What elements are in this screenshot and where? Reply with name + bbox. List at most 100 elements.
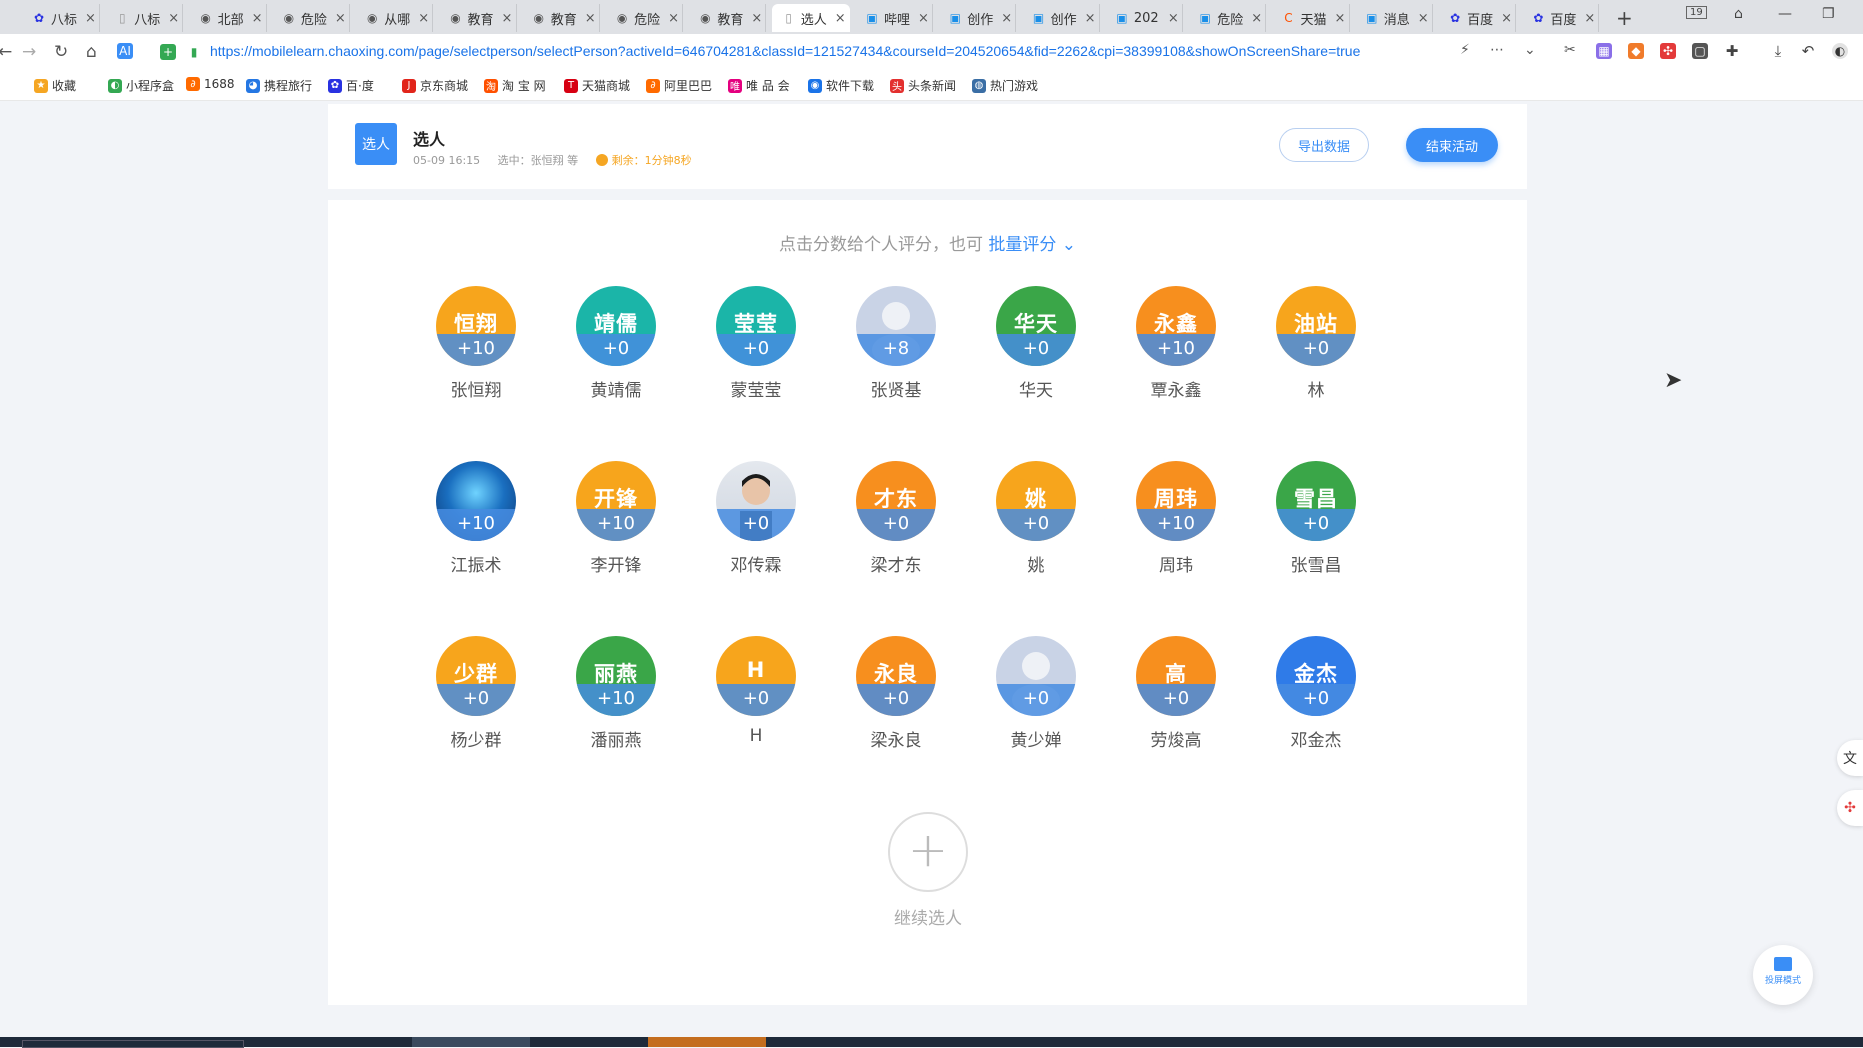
bookmark-item[interactable]: T 天猫商城 (564, 77, 630, 94)
restore-icon[interactable]: ❐ (1822, 6, 1835, 22)
batch-score-link[interactable]: 批量评分 ⌄ (988, 235, 1076, 255)
undo-icon[interactable]: ↶ (1800, 42, 1816, 60)
shirt-icon[interactable]: ⌂ (1734, 6, 1743, 22)
add-person-button[interactable]: + (888, 812, 968, 892)
person-card[interactable]: 丽燕 +10 潘丽燕 (546, 636, 686, 751)
taskbar-item[interactable] (648, 1037, 766, 1047)
close-icon[interactable]: × (1584, 11, 1595, 26)
chevron-down-icon[interactable]: ⌄ (1524, 42, 1536, 58)
close-icon[interactable]: × (1001, 11, 1012, 26)
person-avatar[interactable]: 华天 +0 (996, 286, 1076, 366)
person-card[interactable]: 开锋 +10 李开锋 (546, 461, 686, 576)
person-score[interactable]: +10 (1136, 334, 1216, 366)
person-avatar[interactable]: 周玮 +10 (1136, 461, 1216, 541)
person-card[interactable]: 永良 +0 梁永良 (826, 636, 966, 751)
person-score[interactable]: +10 (576, 684, 656, 716)
capture-icon[interactable]: ▢ (1692, 43, 1708, 59)
close-icon[interactable]: × (1418, 11, 1429, 26)
person-card[interactable]: 才东 +0 梁才东 (826, 461, 966, 576)
bookmark-item[interactable]: ∂ 1688 (186, 77, 235, 91)
person-card[interactable]: +0 黄少婵 (966, 636, 1106, 751)
bookmark-item[interactable]: ✿ 百·度 (328, 77, 374, 94)
bookmark-item[interactable]: ◕ 携程旅行 (246, 77, 312, 94)
person-avatar[interactable]: 姚 +0 (996, 461, 1076, 541)
browser-tab[interactable]: ✿ 八标 × (22, 4, 100, 32)
browser-tab[interactable]: ◉ 从哪 × (355, 4, 434, 32)
person-card[interactable]: 油站 +0 林 (1246, 286, 1386, 401)
person-score[interactable]: +0 (856, 684, 936, 716)
person-avatar[interactable]: +8 (856, 286, 936, 366)
person-score[interactable]: +0 (716, 334, 796, 366)
bookmark-item[interactable]: J 京东商城 (402, 77, 468, 94)
person-score[interactable]: +8 (856, 334, 936, 366)
close-icon[interactable]: × (335, 11, 346, 26)
close-icon[interactable]: × (1085, 11, 1096, 26)
url-text[interactable]: https://mobilelearn.chaoxing.com/page/se… (210, 43, 1360, 59)
person-avatar[interactable]: 高 +0 (1136, 636, 1216, 716)
forward-icon[interactable]: → (22, 42, 36, 62)
person-avatar[interactable]: 莹莹 +0 (716, 286, 796, 366)
translate-icon[interactable]: 文 (1837, 740, 1863, 776)
person-card[interactable]: 恒翔 +10 张恒翔 (406, 286, 546, 401)
close-icon[interactable]: × (85, 11, 96, 26)
close-icon[interactable]: × (668, 11, 679, 26)
person-card[interactable]: 华天 +0 华天 (966, 286, 1106, 401)
person-card[interactable]: +0 邓传霖 (686, 461, 826, 576)
person-avatar[interactable]: +10 (436, 461, 516, 541)
person-card[interactable]: H +0 H (686, 636, 826, 746)
person-score[interactable]: +0 (1276, 334, 1356, 366)
browser-tab[interactable]: ◉ 危险 × (605, 4, 684, 32)
person-score[interactable]: +0 (576, 334, 656, 366)
scissors-icon[interactable]: ✂ (1564, 42, 1576, 58)
bookmark-item[interactable]: ◍ 热门游戏 (972, 77, 1038, 94)
close-icon[interactable]: × (1335, 11, 1346, 26)
close-icon[interactable]: × (585, 11, 596, 26)
more-icon[interactable]: ⋯ (1490, 42, 1504, 58)
person-card[interactable]: 周玮 +10 周玮 (1106, 461, 1246, 576)
ai-icon[interactable]: AI (117, 43, 133, 59)
browser-tab[interactable]: C 天猫 × (1272, 4, 1350, 32)
minimize-icon[interactable]: — (1778, 6, 1792, 22)
close-icon[interactable]: × (418, 11, 429, 26)
export-data-button[interactable]: 导出数据 (1279, 128, 1369, 162)
person-avatar[interactable]: 雪昌 +0 (1276, 461, 1356, 541)
browser-tab[interactable]: ▣ 哔哩 × (855, 4, 933, 32)
browser-tab[interactable]: ▣ 消息 × (1355, 4, 1433, 32)
person-card[interactable]: 永鑫 +10 覃永鑫 (1106, 286, 1246, 401)
close-icon[interactable]: × (1501, 11, 1512, 26)
puzzle-icon[interactable]: ✚ (1724, 42, 1740, 60)
bookmark-item[interactable]: ◐ 小程序盒 (108, 77, 174, 94)
person-score[interactable]: +0 (716, 509, 796, 541)
person-card[interactable]: 金杰 +0 邓金杰 (1246, 636, 1386, 751)
browser-tab[interactable]: ▣ 创作 × (1022, 4, 1100, 32)
url-field[interactable]: + ▮ https://mobilelearn.chaoxing.com/pag… (150, 39, 1550, 65)
person-card[interactable]: +10 江振术 (406, 461, 546, 576)
home-icon[interactable]: ⌂ (86, 42, 97, 62)
person-card[interactable]: 姚 +0 姚 (966, 461, 1106, 576)
person-score[interactable]: +0 (1276, 509, 1356, 541)
browser-tab[interactable]: ◉ 危险 × (272, 4, 350, 32)
bookmark-item[interactable]: 唯唯 品 会 (728, 77, 790, 94)
close-icon[interactable]: × (1251, 11, 1262, 26)
person-card[interactable]: +8 张贤基 (826, 286, 966, 401)
person-avatar[interactable]: 开锋 +10 (576, 461, 656, 541)
new-tab-button[interactable]: + (1616, 6, 1633, 30)
browser-tab[interactable]: ▣ 202 × (1105, 4, 1183, 32)
person-avatar[interactable]: 恒翔 +10 (436, 286, 516, 366)
bookmark-item[interactable]: 头头条新闻 (890, 77, 956, 94)
back-icon[interactable]: ← (0, 42, 12, 62)
close-icon[interactable]: × (751, 11, 762, 26)
person-score[interactable]: +10 (1136, 509, 1216, 541)
extension-icon[interactable]: ▦ (1596, 43, 1612, 59)
person-score[interactable]: +0 (1276, 684, 1356, 716)
browser-tab[interactable]: ◉ 教育 × (439, 4, 517, 32)
dots-float-icon[interactable]: ✣ (1837, 790, 1863, 826)
end-activity-button[interactable]: 结束活动 (1406, 128, 1498, 162)
person-avatar[interactable]: 丽燕 +10 (576, 636, 656, 716)
person-score[interactable]: +0 (436, 684, 516, 716)
browser-tab[interactable]: ✿ 百度 × (1438, 4, 1517, 32)
close-icon[interactable]: × (502, 11, 513, 26)
browser-tab[interactable]: ◉ 教育 × (688, 4, 767, 32)
bookmark-item[interactable]: ∂ 阿里巴巴 (646, 77, 712, 94)
person-score[interactable]: +0 (996, 334, 1076, 366)
